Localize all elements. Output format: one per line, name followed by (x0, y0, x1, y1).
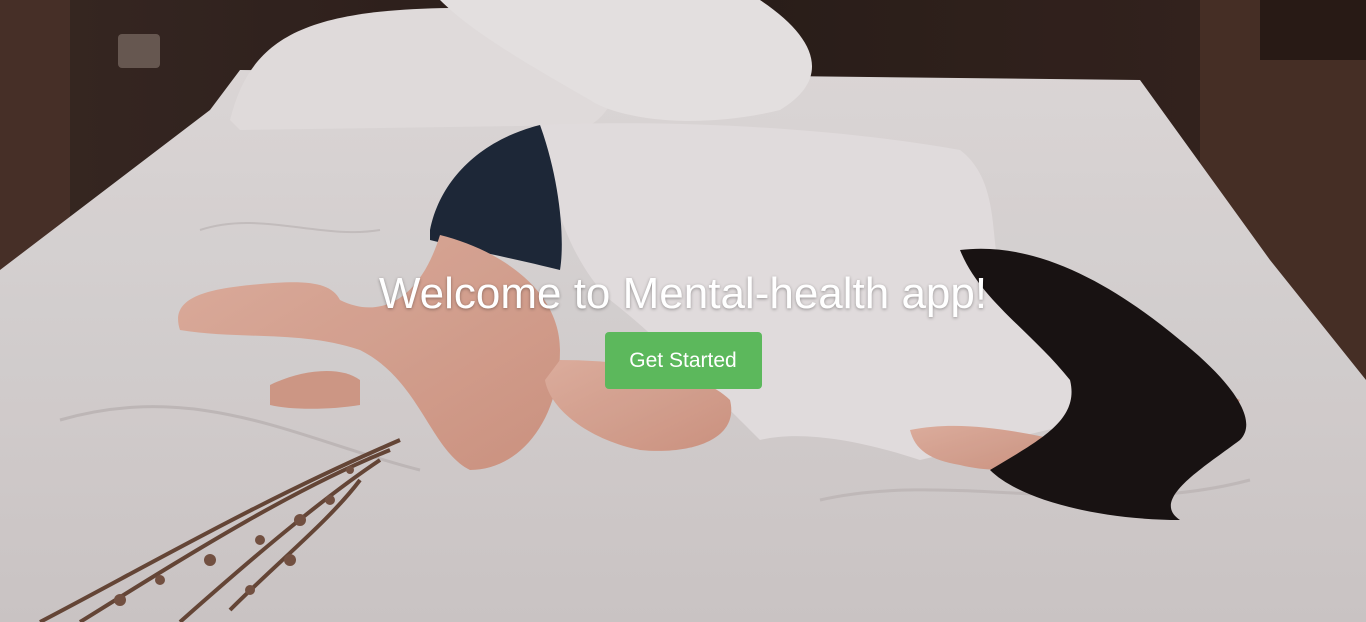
hero-content: Welcome to Mental-health app! Get Starte… (0, 266, 1366, 389)
hero-section: Welcome to Mental-health app! Get Starte… (0, 0, 1366, 622)
get-started-button[interactable]: Get Started (604, 332, 762, 389)
hero-title: Welcome to Mental-health app! (378, 269, 988, 318)
